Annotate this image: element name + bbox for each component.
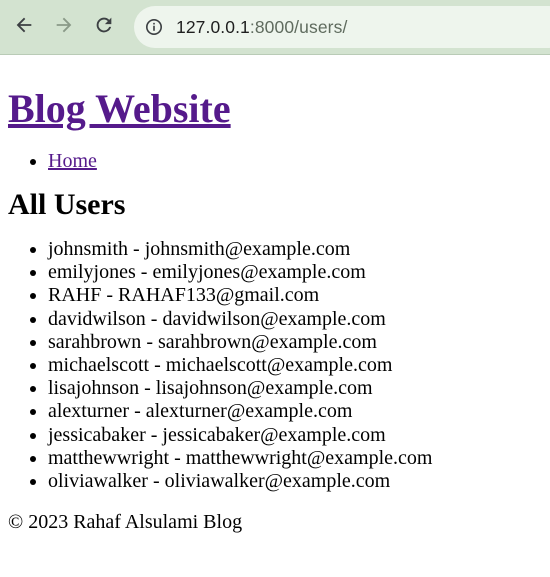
footer: © 2023 Rahaf Alsulami Blog	[8, 511, 243, 534]
user-list-item: sarahbrown - sarahbrown@example.com	[48, 331, 542, 354]
user-list-item: jessicabaker - jessicabaker@example.com	[48, 424, 542, 447]
user-list-item: johnsmith - johnsmith@example.com	[48, 238, 542, 261]
user-separator: -	[135, 261, 153, 284]
user-username: sarahbrown	[48, 330, 142, 353]
back-arrow-icon	[13, 14, 35, 41]
reload-icon	[93, 14, 115, 41]
user-email: RAHAF133@gmail.com	[118, 284, 320, 307]
user-list-item: davidwilson - davidwilson@example.com	[48, 308, 542, 331]
user-username: jessicabaker	[48, 423, 146, 446]
user-username: michaelscott	[48, 354, 150, 377]
user-separator: -	[101, 284, 119, 307]
user-list-item: michaelscott - michaelscott@example.com	[48, 354, 542, 377]
user-username: oliviawalker	[48, 470, 148, 493]
user-list-item: emilyjones - emilyjones@example.com	[48, 261, 542, 284]
url-host: 127.0.0.1	[176, 16, 250, 37]
reload-button[interactable]	[88, 11, 120, 43]
user-email: sarahbrown@example.com	[157, 330, 377, 353]
user-username: emilyjones	[48, 261, 136, 284]
user-separator: -	[139, 377, 156, 400]
user-email: davidwilson@example.com	[162, 307, 386, 330]
forward-arrow-icon	[53, 14, 75, 41]
user-separator: -	[145, 423, 163, 446]
user-separator: -	[129, 400, 146, 423]
user-list-item: alexturner - alexturner@example.com	[48, 400, 542, 423]
user-list-item: RAHF - RAHAF133@gmail.com	[48, 284, 542, 307]
url-text[interactable]: 127.0.0.1:8000/users/	[176, 17, 347, 38]
user-email: emilyjones@example.com	[152, 261, 366, 284]
user-email: alexturner@example.com	[145, 400, 353, 423]
user-separator: -	[141, 330, 158, 353]
user-email: johnsmith@example.com	[144, 238, 351, 260]
nav-list: Home	[8, 150, 542, 173]
page-title: All Users	[8, 188, 126, 221]
user-email: matthewwright@example.com	[185, 446, 433, 469]
home-link[interactable]: Home	[48, 150, 97, 172]
user-list-item: oliviawalker - oliviawalker@example.com	[48, 470, 542, 493]
user-separator: -	[169, 446, 186, 469]
info-icon[interactable]	[144, 17, 164, 37]
user-separator: -	[145, 307, 163, 330]
user-list-item: matthewwright - matthewwright@example.co…	[48, 447, 542, 470]
address-bar[interactable]: 127.0.0.1:8000/users/	[134, 6, 550, 48]
user-separator: -	[128, 238, 145, 260]
page-content: Blog Website Home All Users johnsmith - …	[0, 86, 550, 534]
browser-toolbar: 127.0.0.1:8000/users/	[0, 0, 550, 55]
user-list-item: lisajohnson - lisajohnson@example.com	[48, 377, 542, 400]
nav-item-home: Home	[48, 150, 542, 173]
user-username: RAHF	[48, 284, 102, 307]
user-email: lisajohnson@example.com	[155, 377, 373, 400]
user-separator: -	[147, 470, 165, 493]
user-email: oliviawalker@example.com	[164, 470, 391, 493]
user-list: johnsmith - johnsmith@example.comemilyjo…	[8, 238, 542, 493]
user-username: lisajohnson	[48, 377, 140, 400]
site-header: Blog Website	[8, 86, 542, 132]
user-username: davidwilson	[48, 307, 146, 330]
user-email: michaelscott@example.com	[165, 354, 393, 377]
user-username: matthewwright	[48, 446, 170, 469]
back-button[interactable]	[8, 11, 40, 43]
site-title-link[interactable]: Blog Website	[8, 86, 231, 131]
user-username: johnsmith	[48, 238, 129, 260]
user-email: jessicabaker@example.com	[162, 423, 386, 446]
url-path: :8000/users/	[249, 16, 348, 37]
user-username: alexturner	[48, 400, 130, 423]
forward-button[interactable]	[48, 11, 80, 43]
user-separator: -	[149, 354, 166, 377]
